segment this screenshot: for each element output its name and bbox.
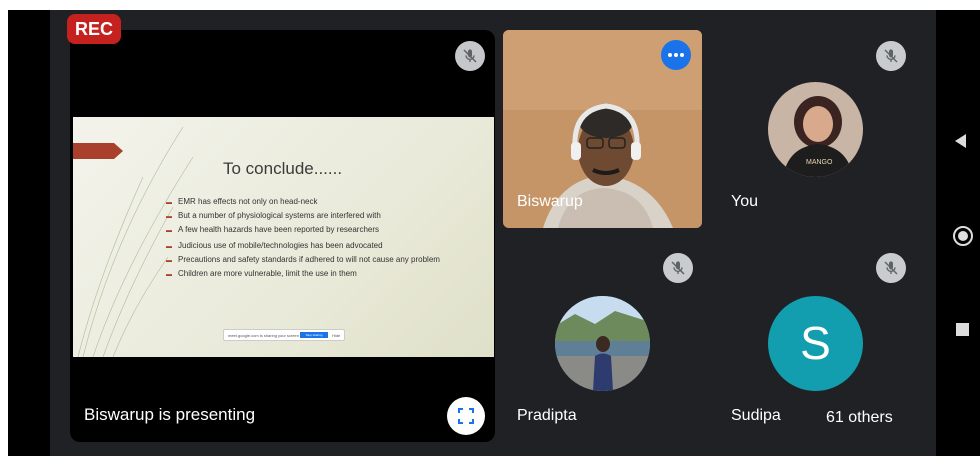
avatar-sudipa: S: [768, 296, 863, 391]
mic-off-icon: [876, 253, 906, 283]
presentation-tile[interactable]: To conclude...... EMR has effects not on…: [70, 30, 495, 442]
nav-back-icon[interactable]: [955, 134, 966, 148]
avatar-pradipta: [555, 296, 650, 391]
avatar-photo-you: MANGO: [768, 82, 863, 177]
mic-off-icon: [455, 41, 485, 71]
mic-off-icon: [663, 253, 693, 283]
slide-title-arrow: [73, 143, 123, 159]
screen-share-bar: meet.google.com is sharing your screen S…: [223, 329, 345, 341]
participant-name: You: [731, 193, 758, 210]
nav-recents-icon[interactable]: [956, 323, 969, 336]
left-bezel: [8, 10, 50, 456]
fullscreen-button[interactable]: [447, 397, 485, 435]
share-bar-hide: Hide: [332, 333, 341, 338]
participant-name: Pradipta: [517, 407, 577, 424]
slide-bullet: Precautions and safety standards if adhe…: [166, 255, 486, 264]
avatar-you: MANGO: [768, 82, 863, 177]
slide-bullet: Judicious use of mobile/technologies has…: [166, 241, 486, 250]
slide-bullet: But a number of physiological systems ar…: [166, 211, 486, 220]
slide-bullet: A few health hazards have been reported …: [166, 225, 486, 234]
slide-bullets: EMR has effects not only on head-neck Bu…: [166, 197, 486, 283]
others-count[interactable]: 61 others: [826, 409, 893, 427]
fullscreen-icon: [458, 408, 474, 424]
presenter-label: Biswarup is presenting: [84, 405, 256, 424]
slide-bullet: EMR has effects not only on head-neck: [166, 197, 486, 206]
share-bar-text: meet.google.com is sharing your screen: [228, 333, 299, 338]
svg-text:MANGO: MANGO: [806, 159, 833, 166]
slide-bullet: Children are more vulnerable, limit the …: [166, 269, 486, 278]
slide-title: To conclude......: [223, 159, 343, 178]
shared-slide: To conclude...... EMR has effects not on…: [73, 117, 494, 357]
avatar-photo-pradipta: [555, 296, 650, 391]
recording-badge: REC: [67, 14, 121, 44]
share-bar-stop-button: Stop sharing: [300, 332, 328, 338]
participant-tile-biswarup[interactable]: Biswarup: [503, 30, 702, 228]
nav-home-icon[interactable]: [953, 226, 973, 246]
speaking-indicator-icon: [661, 40, 691, 70]
participant-name: Sudipa: [731, 407, 781, 424]
participant-name: Biswarup: [517, 193, 583, 210]
mic-off-icon: [876, 41, 906, 71]
